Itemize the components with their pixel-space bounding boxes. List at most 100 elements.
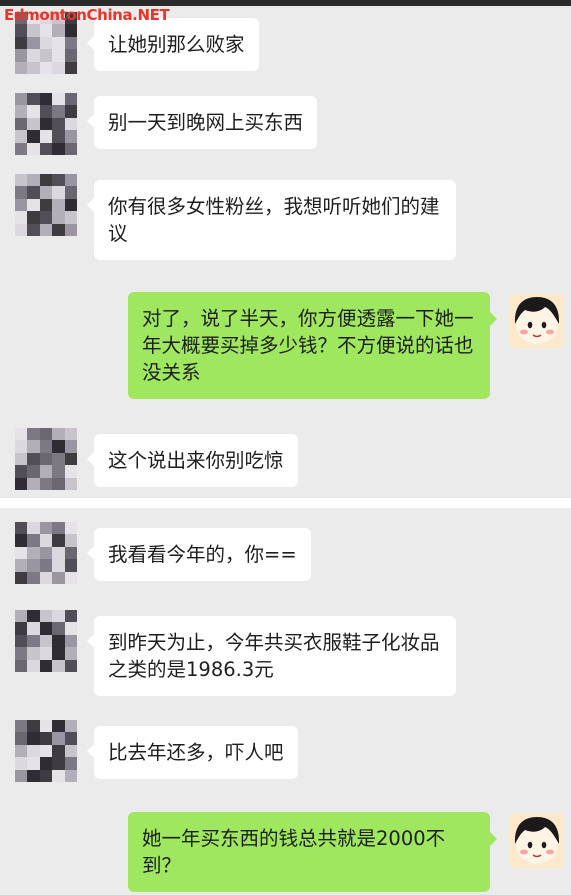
pixelated-contact-avatar-tile [52, 622, 65, 635]
pixelated-contact-avatar-tile [27, 186, 40, 199]
pixelated-contact-avatar-tile [15, 174, 28, 187]
pixelated-contact-avatar-tile [52, 769, 65, 782]
contact-avatar[interactable] [15, 93, 77, 155]
pixelated-contact-avatar-tile [15, 452, 28, 466]
contact-avatar[interactable] [15, 522, 77, 584]
pixelated-contact-avatar-tile [27, 105, 40, 118]
pixelated-contact-avatar-tile [27, 720, 40, 733]
self-avatar[interactable] [510, 294, 564, 348]
pixelated-contact-avatar-tile [39, 534, 53, 547]
pixelated-contact-avatar-tile [39, 174, 53, 187]
pixelated-contact-avatar-tile [52, 440, 65, 453]
pixelated-contact-avatar-tile [39, 634, 53, 648]
contact-avatar[interactable] [15, 720, 77, 782]
pixelated-contact-avatar-tile [39, 117, 53, 131]
pixelated-contact-avatar-tile [39, 546, 53, 560]
pixelated-contact-avatar-tile [64, 49, 77, 62]
message-bubble[interactable]: 这个说出来你别吃惊 [87, 434, 298, 487]
pixelated-contact-avatar-tile [39, 744, 53, 758]
pixelated-contact-avatar-tile [15, 49, 28, 62]
pixelated-contact-avatar-tile [52, 117, 65, 131]
pixelated-contact-avatar-tile [27, 61, 40, 74]
message-bubble-outgoing[interactable]: 她一年买东西的钱总共就是2000不到？ [128, 812, 497, 892]
pixelated-contact-avatar-tile [52, 744, 65, 758]
contact-avatar[interactable] [15, 174, 77, 236]
pixelated-contact-avatar-tile [52, 186, 65, 199]
pixelated-contact-avatar-tile [15, 198, 28, 212]
pixelated-contact-avatar-tile [15, 732, 28, 745]
pixelated-contact-avatar-tile [39, 105, 53, 118]
contact-avatar[interactable] [15, 428, 77, 490]
pixelated-contact-avatar-tile [64, 174, 77, 187]
pixelated-contact-avatar-tile [27, 634, 40, 648]
message-bubble[interactable]: 比去年还多，吓人吧 [87, 726, 298, 779]
message-bubble[interactable]: 你有很多女性粉丝，我想听听她们的建议 [87, 180, 456, 260]
pixelated-contact-avatar-tile [27, 428, 40, 441]
pixelated-contact-avatar-tile [64, 744, 77, 758]
message-bubble-outgoing[interactable]: 对了，说了半天，你方便透露一下她一年大概要买掉多少钱？不方便说的话也没关系 [128, 292, 497, 399]
pixelated-contact-avatar-tile [15, 757, 28, 770]
pixelated-contact-avatar-tile [15, 36, 28, 50]
pixelated-contact-avatar-tile [64, 571, 77, 584]
pixelated-contact-avatar-tile [52, 559, 65, 572]
message-bubble[interactable]: 别一天到晚网上买东西 [86, 96, 318, 149]
pixelated-contact-avatar-tile [64, 610, 77, 623]
pixelated-contact-avatar-tile [27, 452, 40, 466]
pixelated-contact-avatar-tile [27, 174, 40, 187]
watermark: EdmontonChina.NET [4, 6, 170, 24]
pixelated-contact-avatar-tile [15, 440, 28, 453]
self-avatar[interactable] [510, 814, 564, 868]
pixelated-contact-avatar-tile [27, 546, 40, 560]
pixelated-contact-avatar-tile [39, 223, 53, 236]
pixelated-contact-avatar-tile [39, 198, 53, 212]
pixelated-contact-avatar-tile [64, 198, 77, 212]
pixelated-contact-avatar-tile [39, 720, 53, 733]
pixelated-contact-avatar-tile [15, 522, 28, 535]
pixelated-contact-avatar-tile [15, 24, 28, 37]
pixelated-contact-avatar-tile [27, 659, 40, 672]
pixelated-contact-avatar-tile [27, 477, 40, 490]
pixelated-contact-avatar-tile [64, 142, 77, 155]
pixelated-contact-avatar-tile [52, 211, 65, 224]
pixelated-contact-avatar-tile [39, 477, 53, 490]
chat-panel-2[interactable]: 我看看今年的，你== 到昨天为止，今年共买衣服鞋子化妆品之类的是1986.3元 … [0, 508, 571, 895]
pixelated-contact-avatar-tile [52, 223, 65, 236]
pixelated-contact-avatar-tile [52, 732, 65, 745]
message-bubble[interactable]: 我看看今年的，你== [87, 528, 311, 581]
pixelated-contact-avatar-tile [52, 49, 65, 62]
cartoon-girl-avatar-icon [510, 814, 564, 868]
pixelated-contact-avatar-tile [15, 428, 28, 441]
pixelated-contact-avatar-tile [15, 105, 28, 118]
message-bubble[interactable]: 让她别那么败家 [87, 18, 259, 71]
pixelated-contact-avatar-tile [27, 223, 40, 236]
pixelated-contact-avatar-tile [39, 452, 53, 466]
message-bubble[interactable]: 到昨天为止，今年共买衣服鞋子化妆品之类的是1986.3元 [87, 616, 456, 696]
pixelated-contact-avatar-tile [27, 571, 40, 584]
pixelated-contact-avatar-tile [52, 522, 65, 535]
chat-panel-1[interactable]: 让她别那么败家 别一天到晚网上买东西 你有很多女性粉丝，我想听听她们的建议 对了… [0, 6, 571, 498]
pixelated-contact-avatar-tile [39, 622, 53, 635]
pixelated-contact-avatar-tile [64, 130, 77, 143]
pixelated-contact-avatar-tile [52, 465, 65, 478]
pixelated-contact-avatar-tile [64, 24, 77, 37]
pixelated-contact-avatar-tile [52, 477, 65, 490]
pixelated-contact-avatar-tile [15, 647, 28, 660]
pixelated-contact-avatar-tile [15, 465, 28, 478]
pixelated-contact-avatar-tile [52, 546, 65, 560]
pixelated-contact-avatar-tile [27, 647, 40, 660]
pixelated-contact-avatar-tile [15, 634, 28, 648]
pixelated-contact-avatar-tile [52, 24, 65, 37]
contact-avatar[interactable] [15, 610, 77, 672]
pixelated-contact-avatar-tile [64, 223, 77, 236]
pixelated-contact-avatar-tile [52, 142, 65, 155]
pixelated-contact-avatar-tile [39, 49, 53, 62]
pixelated-contact-avatar-tile [52, 659, 65, 672]
pixelated-contact-avatar-tile [52, 36, 65, 50]
pixelated-contact-avatar-tile [39, 36, 53, 50]
pixelated-contact-avatar-tile [52, 105, 65, 118]
pixelated-contact-avatar-tile [15, 117, 28, 131]
pixelated-contact-avatar-tile [52, 130, 65, 143]
pixelated-contact-avatar-tile [52, 720, 65, 733]
pixelated-contact-avatar-tile [39, 186, 53, 199]
pixelated-contact-avatar-tile [64, 522, 77, 535]
